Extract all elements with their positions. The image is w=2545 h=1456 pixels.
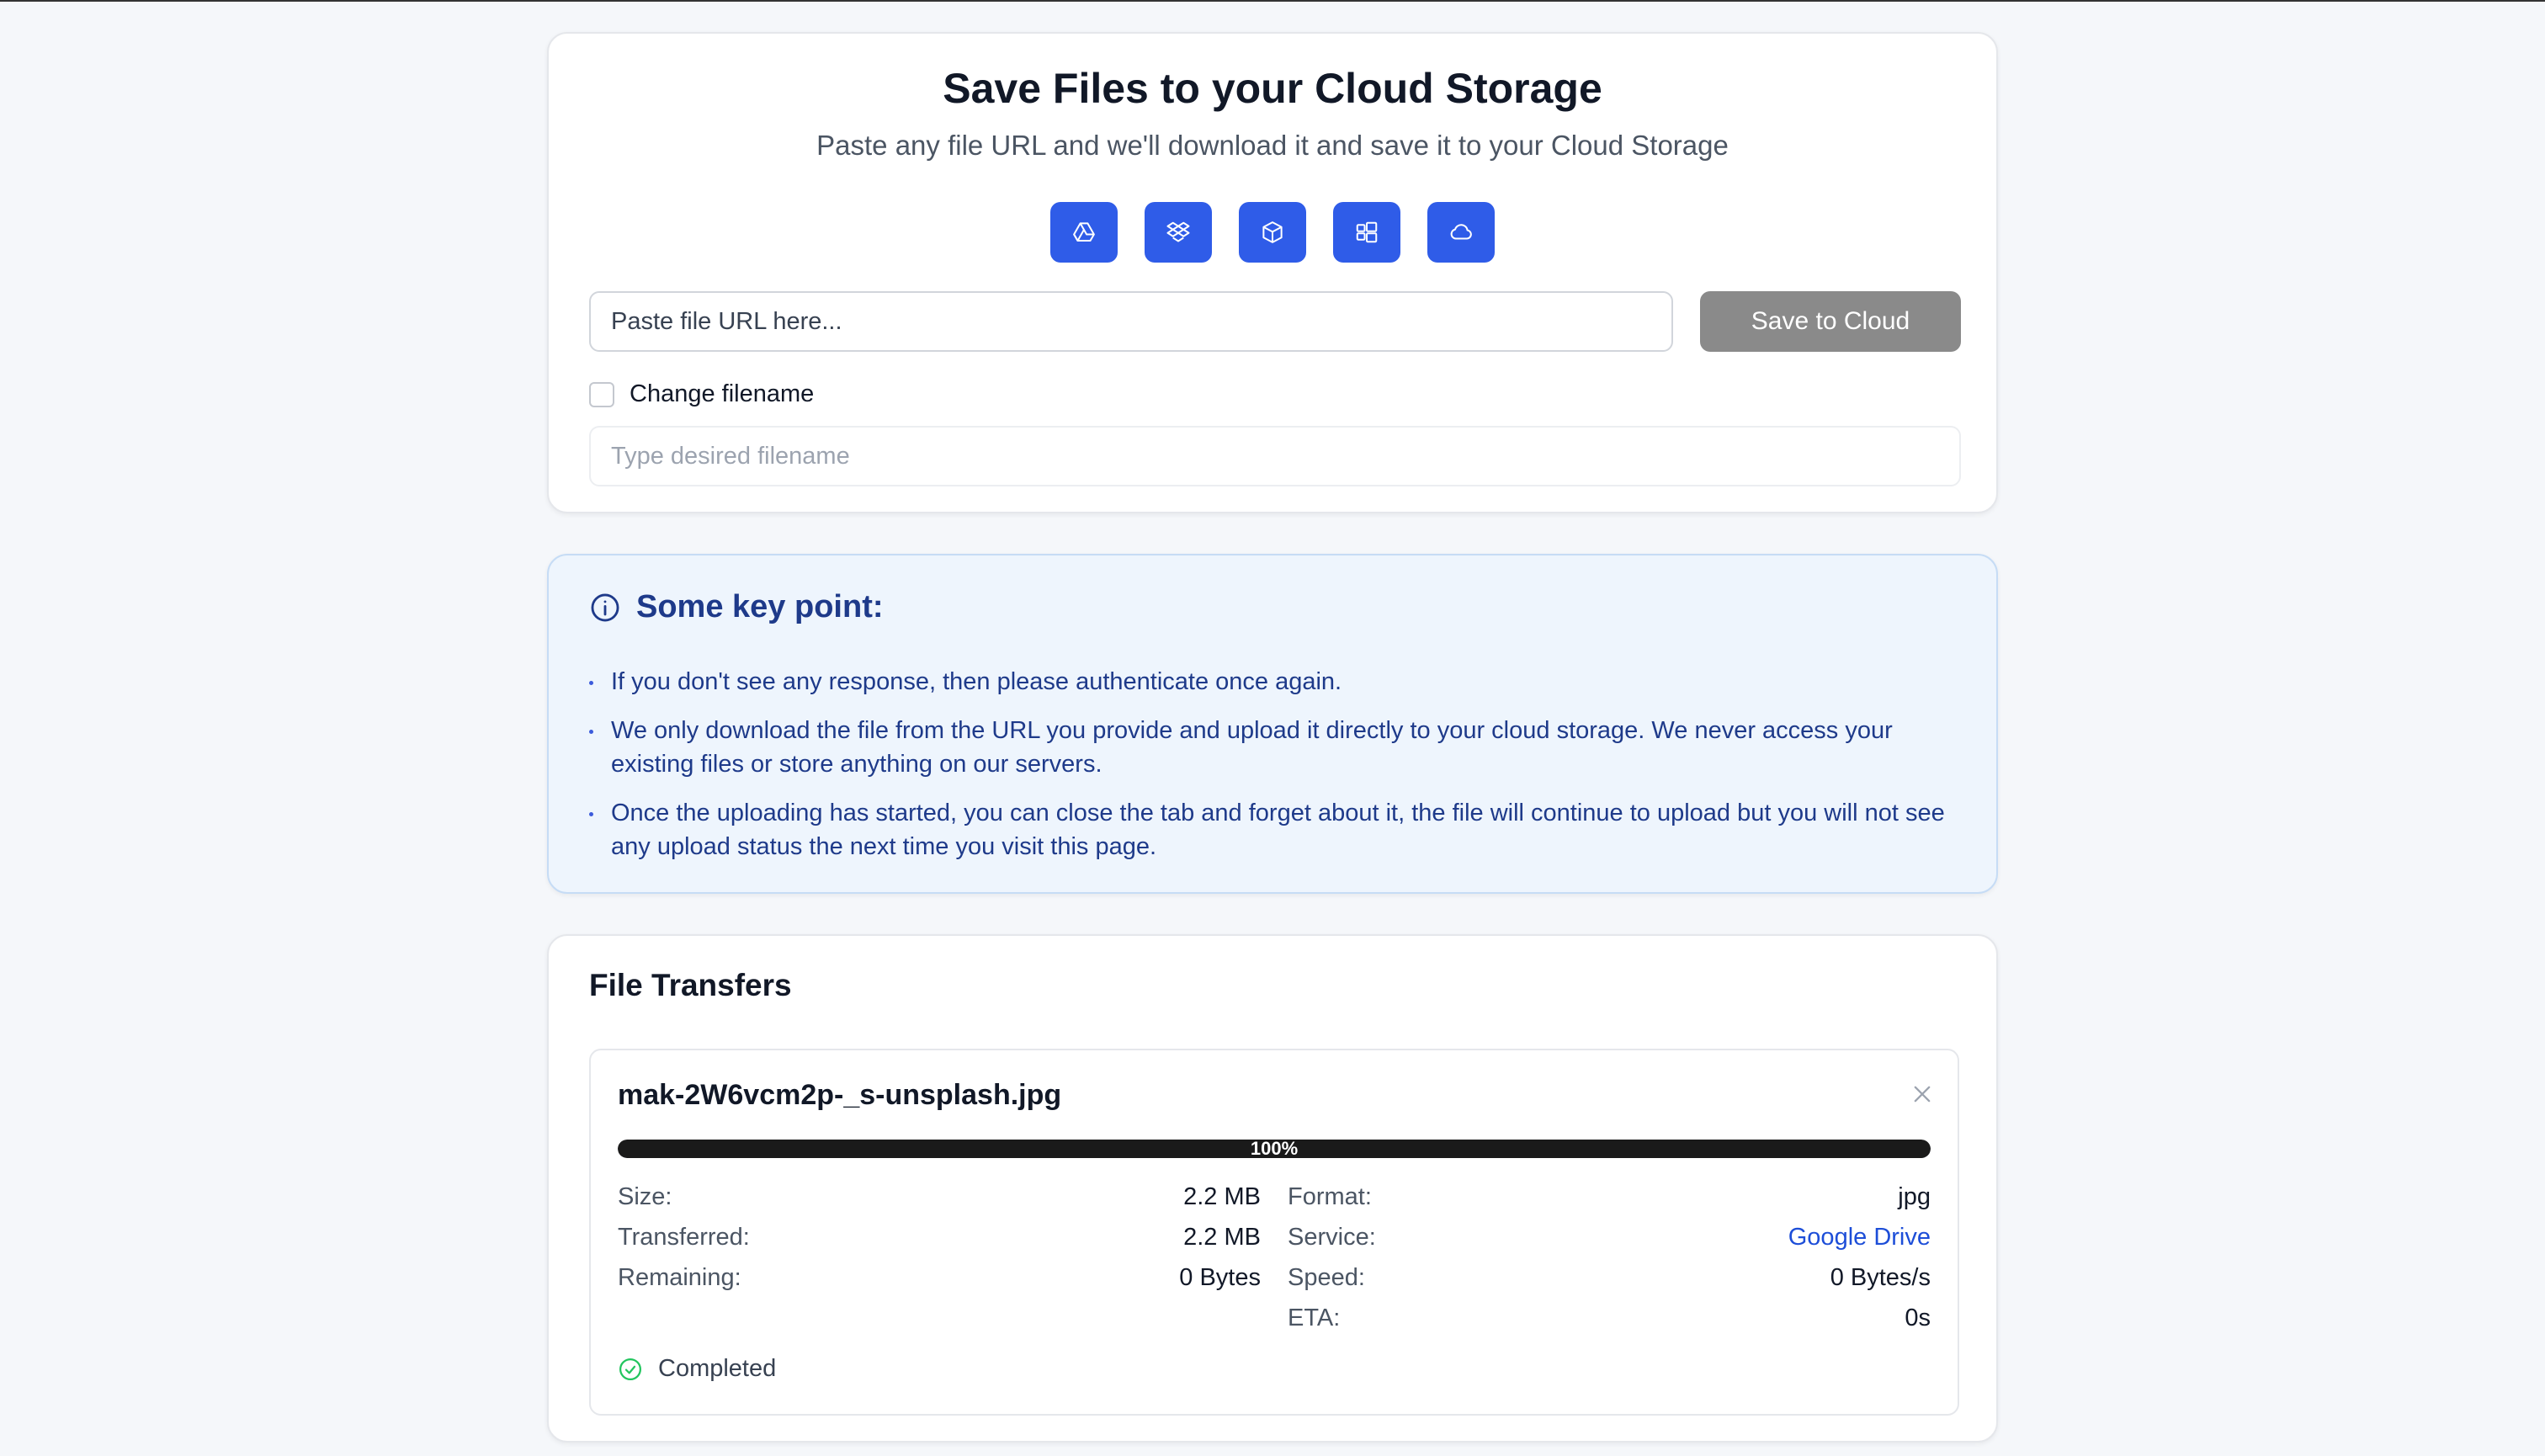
progress-text: 100%	[1250, 1140, 1299, 1158]
service-buttons	[549, 202, 1996, 263]
page-subtitle: Paste any file URL and we'll download it…	[816, 130, 1729, 161]
dropbox-icon	[1166, 221, 1190, 242]
file-transfers-card: File Transfers mak-2W6vcm2p-_s-unsplash.…	[547, 934, 1998, 1443]
onedrive-button[interactable]	[1333, 202, 1400, 263]
stat-label: Size:	[618, 1183, 672, 1210]
stat-value: 0 Bytes/s	[1830, 1264, 1931, 1291]
progress-bar: 100%	[618, 1140, 1931, 1158]
key-points-list: If you don't see any response, then plea…	[589, 665, 1969, 879]
stat-transferred: Transferred: 2.2 MB	[618, 1217, 1261, 1257]
stats-left-column: Size: 2.2 MB Transferred: 2.2 MB Remaini…	[618, 1177, 1261, 1338]
google-drive-icon	[1073, 222, 1095, 242]
change-filename-row: Change filename	[589, 380, 814, 408]
list-item: We only download the file from the URL y…	[589, 714, 1969, 781]
stat-size: Size: 2.2 MB	[618, 1177, 1261, 1217]
status-text: Completed	[658, 1355, 777, 1382]
file-transfers-title: File Transfers	[589, 968, 792, 1002]
stat-service: Service: Google Drive	[1288, 1217, 1931, 1257]
key-points-title: Some key point:	[636, 589, 884, 624]
box-button[interactable]	[1239, 202, 1306, 263]
page-title: Save Files to your Cloud Storage	[943, 65, 1602, 112]
change-filename-checkbox[interactable]	[589, 381, 614, 407]
stat-eta: ETA: 0s	[1288, 1298, 1931, 1338]
file-url-input[interactable]	[589, 291, 1673, 352]
transfer-stats: Size: 2.2 MB Transferred: 2.2 MB Remaini…	[618, 1177, 1931, 1338]
list-item: Once the uploading has started, you can …	[589, 796, 1969, 864]
box-icon	[1262, 221, 1283, 243]
stats-right-column: Format: jpg Service: Google Drive Speed:…	[1288, 1177, 1931, 1338]
save-files-card: Save Files to your Cloud Storage Paste a…	[547, 32, 1998, 513]
stat-value: 2.2 MB	[1183, 1183, 1261, 1210]
top-border	[0, 0, 2545, 2]
save-to-cloud-button[interactable]: Save to Cloud	[1700, 291, 1961, 352]
stat-label: ETA:	[1288, 1305, 1341, 1331]
transfer-filename: mak-2W6vcm2p-_s-unsplash.jpg	[618, 1079, 1062, 1111]
transfer-status: Completed	[618, 1355, 776, 1383]
key-points-card: Some key point: If you don't see any res…	[547, 554, 1998, 894]
stat-label: Format:	[1288, 1183, 1372, 1210]
close-icon[interactable]	[1910, 1082, 1934, 1106]
stat-label: Remaining:	[618, 1264, 741, 1291]
cloud-button[interactable]	[1427, 202, 1495, 263]
stat-label: Service:	[1288, 1224, 1376, 1251]
stat-format: Format: jpg	[1288, 1177, 1931, 1217]
info-icon	[591, 593, 619, 621]
stat-value: 0s	[1905, 1305, 1931, 1331]
stat-label: Speed:	[1288, 1264, 1365, 1291]
stat-value: 0 Bytes	[1179, 1264, 1261, 1291]
cloud-icon	[1450, 224, 1472, 240]
stat-remaining: Remaining: 0 Bytes	[618, 1257, 1261, 1298]
key-points-header: Some key point:	[589, 589, 884, 625]
onedrive-icon	[1356, 221, 1378, 243]
list-item: If you don't see any response, then plea…	[589, 665, 1969, 699]
service-link[interactable]: Google Drive	[1788, 1217, 1931, 1257]
dropbox-button[interactable]	[1145, 202, 1212, 263]
stat-value: 2.2 MB	[1183, 1224, 1261, 1251]
transfer-item: mak-2W6vcm2p-_s-unsplash.jpg 100% Size: …	[589, 1049, 1959, 1416]
change-filename-label[interactable]: Change filename	[630, 380, 814, 408]
stat-speed: Speed: 0 Bytes/s	[1288, 1257, 1931, 1298]
stat-label: Transferred:	[618, 1224, 750, 1251]
check-circle-icon	[619, 1358, 641, 1380]
filename-input[interactable]	[589, 426, 1961, 486]
stat-value: jpg	[1898, 1183, 1931, 1210]
google-drive-button[interactable]	[1050, 202, 1118, 263]
